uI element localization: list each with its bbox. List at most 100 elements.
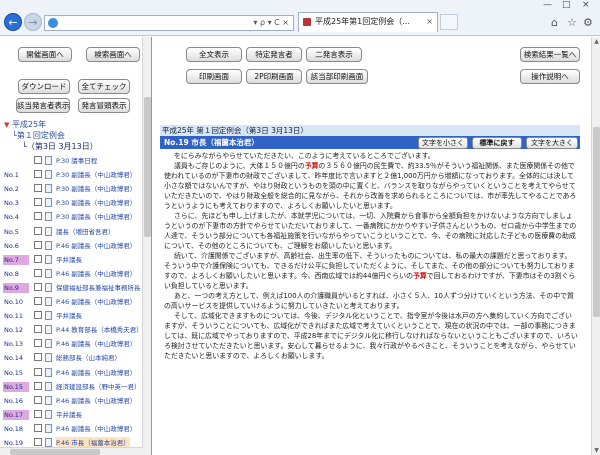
row-label[interactable]: P.30 副議長（中山政博君）: [56, 183, 136, 193]
speaker-row[interactable]: No.9 保健福祉部長兼福祉事務所長: [0, 280, 150, 294]
row-label[interactable]: 議長（増田省吾君）: [56, 226, 115, 236]
text-reset-button[interactable]: 標準に戻す: [472, 137, 522, 149]
row-label[interactable]: P.30 副議長（中山政博君）: [56, 169, 136, 179]
specific-speaker-button[interactable]: 特定発言者: [246, 47, 302, 62]
speaker-row[interactable]: No.4 P.30 副議長（中山政博君）: [0, 209, 150, 223]
speaker-row[interactable]: No.16 P.46 副議長（中山政博君）: [0, 393, 150, 407]
speaker-row[interactable]: No.2 P.30 副議長（中山政博君）: [0, 181, 150, 195]
address-tools[interactable]: ▾ ρ ▾ C ×: [253, 16, 289, 30]
speaker-row[interactable]: No.10 P.46 副議長（中山政博君）: [0, 294, 150, 308]
tree-session[interactable]: └第１回定例会: [12, 130, 65, 141]
all-display-button[interactable]: 全文表示: [186, 47, 242, 62]
selected-print-button[interactable]: 該当部印刷画面: [306, 69, 368, 84]
kaigi-gamen-button[interactable]: 開催画面へ: [18, 47, 72, 62]
row-label[interactable]: P.46 副議長（中山政博君）: [56, 268, 136, 278]
tab-close-icon[interactable]: ×: [426, 13, 433, 31]
all-check-button[interactable]: 全てチェック: [78, 79, 130, 94]
row-label[interactable]: P.30 副議長（中山政博君）: [56, 197, 136, 207]
speaker-row[interactable]: P.30 議事日程: [0, 153, 150, 167]
address-bar[interactable]: ▾ ρ ▾ C ×: [44, 15, 294, 31]
row-label[interactable]: 総務部長（山本純君）: [56, 352, 121, 362]
left-scrollbar[interactable]: [142, 37, 151, 455]
row-label[interactable]: 平井議長: [56, 310, 82, 320]
row-label[interactable]: 経済建設部長（野中英一君）: [56, 381, 141, 391]
speaker-row[interactable]: No.6 P.46 副議長（中山政博君）: [0, 238, 150, 252]
speaker-row[interactable]: No.13 P.46 副議長（中山政博君）: [0, 336, 150, 350]
help-button[interactable]: 操作説明へ: [520, 69, 580, 84]
home-icon[interactable]: ⌂: [551, 16, 558, 29]
row-checkbox[interactable]: [34, 438, 42, 446]
left-scrollbar-thumb[interactable]: [144, 97, 151, 237]
speaker-row[interactable]: No.15 経済建設部長（野中英一君）: [0, 379, 150, 393]
two-screen-button[interactable]: 二発言表示: [306, 47, 362, 62]
tree-date[interactable]: └（第3日 3月13日）: [22, 141, 98, 152]
row-checkbox[interactable]: [34, 395, 42, 404]
speaker-row[interactable]: No.1 P.30 副議長（中山政博君）: [0, 167, 150, 181]
row-checkbox[interactable]: [34, 423, 42, 432]
row-checkbox[interactable]: [34, 254, 42, 263]
favorites-star-icon[interactable]: ☆: [567, 16, 577, 29]
text-smaller-button[interactable]: 文字を小さく: [418, 137, 468, 149]
row-label[interactable]: P.46 副議長（中山政博君）: [56, 296, 136, 306]
scroll-down-icon[interactable]: ▼: [592, 446, 600, 455]
row-label[interactable]: P.46 副議長（中山政博君）: [56, 367, 136, 377]
row-checkbox[interactable]: [34, 311, 42, 320]
row-checkbox[interactable]: [34, 409, 42, 418]
speaker-row[interactable]: No.8 P.46 副議長（中山政博君）: [0, 266, 150, 280]
maximize-icon[interactable]: □: [562, 0, 571, 10]
speaker-row[interactable]: No.11 平井議長: [0, 308, 150, 322]
scroll-up-icon[interactable]: ▲: [592, 37, 600, 46]
row-label[interactable]: P.30 議事日程: [56, 155, 97, 165]
row-label[interactable]: P.46 副議長（中山政博君）: [56, 240, 136, 250]
row-label[interactable]: P.46 副議長（中山政博君）: [56, 395, 136, 405]
back-button-icon[interactable]: ←: [4, 13, 22, 31]
row-checkbox[interactable]: [34, 339, 42, 348]
close-window-icon[interactable]: ×: [582, 0, 590, 10]
speaker-row[interactable]: No.14 総務部長（山本純君）: [0, 350, 150, 364]
download-button[interactable]: ダウンロード: [18, 79, 70, 94]
row-checkbox[interactable]: [34, 325, 42, 334]
row-checkbox[interactable]: [34, 212, 42, 221]
forward-button-icon[interactable]: →: [24, 13, 42, 31]
settings-gear-icon[interactable]: ⚙: [583, 16, 593, 29]
right-scrollbar-thumb[interactable]: [593, 127, 600, 317]
row-checkbox[interactable]: [34, 226, 42, 235]
text-larger-button[interactable]: 文字を大きく: [526, 137, 578, 149]
left-hscroll-thumb[interactable]: [10, 449, 100, 455]
row-checkbox[interactable]: [34, 240, 42, 249]
row-label[interactable]: P.46 副議長（中山政博君）: [56, 423, 136, 433]
row-label[interactable]: P.44 教育部長（本橋秀夫君）: [56, 324, 143, 334]
print-screen-button[interactable]: 印刷画面: [186, 69, 242, 84]
select-speaker-button[interactable]: 該当発言者表示: [16, 98, 70, 113]
row-label[interactable]: 保健福祉部長兼福祉事務所長: [56, 282, 141, 292]
speaker-row[interactable]: No.7 平井議長: [0, 252, 150, 266]
search-results-button[interactable]: 検索結果一覧へ: [520, 47, 580, 62]
row-checkbox[interactable]: [34, 198, 42, 207]
row-checkbox[interactable]: [34, 353, 42, 362]
row-checkbox[interactable]: [34, 297, 42, 305]
speaker-row[interactable]: No.15 P.46 副議長（中山政博君）: [0, 365, 150, 379]
speaker-row[interactable]: No.12 P.44 教育部長（本橋秀夫君）: [0, 322, 150, 336]
two-page-print-button[interactable]: 2P印刷画面: [246, 69, 302, 84]
row-label[interactable]: 平井議長: [56, 409, 82, 419]
row-checkbox[interactable]: [34, 156, 42, 164]
speaker-row[interactable]: No.17 平井議長: [0, 407, 150, 421]
speaker-row[interactable]: No.18 P.46 副議長（中山政博君）: [0, 421, 150, 435]
minimize-icon[interactable]: —: [543, 0, 552, 10]
row-checkbox[interactable]: [34, 170, 42, 179]
row-checkbox[interactable]: [34, 282, 42, 291]
row-checkbox[interactable]: [34, 268, 42, 277]
speaker-row[interactable]: No.5 議長（増田省吾君）: [0, 224, 150, 238]
speaker-list-button[interactable]: 発言冒頭表示: [78, 98, 130, 113]
row-checkbox[interactable]: [34, 184, 42, 193]
browser-tab[interactable]: 平成25年第1回定例会（... ×: [298, 12, 438, 32]
row-label[interactable]: P.46 市長（福薗本治君）: [56, 437, 130, 447]
new-tab-button[interactable]: [440, 14, 458, 30]
speaker-row[interactable]: No.3 P.30 副議長（中山政博君）: [0, 195, 150, 209]
row-label[interactable]: 平井議長: [56, 254, 82, 264]
row-label[interactable]: P.46 副議長（中山政博君）: [56, 338, 136, 348]
kensaku-gamen-button[interactable]: 検索画面へ: [86, 47, 140, 62]
left-horizontal-scrollbar[interactable]: [0, 447, 143, 455]
row-label[interactable]: P.30 副議長（中山政博君）: [56, 211, 136, 221]
row-checkbox[interactable]: [34, 367, 42, 376]
